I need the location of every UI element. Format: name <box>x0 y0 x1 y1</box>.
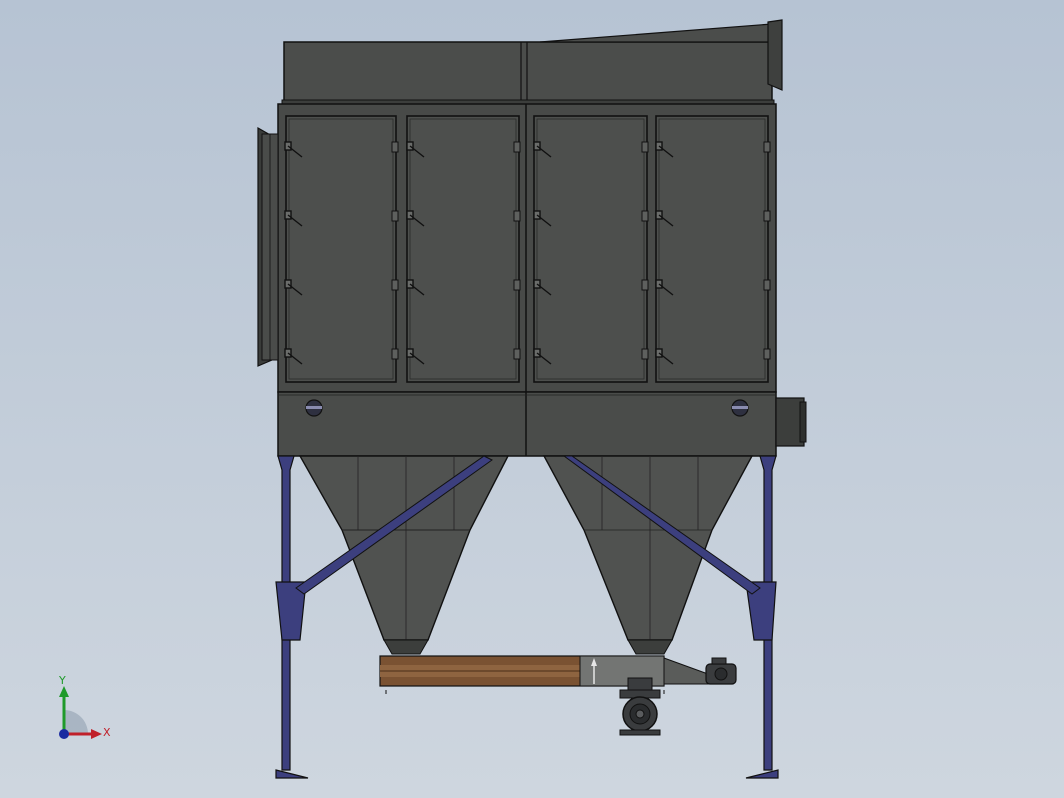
access-door-3[interactable] <box>533 115 648 383</box>
support-leg-left <box>275 455 309 779</box>
triad-quadrant <box>64 710 88 734</box>
x-axis-arrow <box>91 729 102 739</box>
access-door-2[interactable] <box>406 115 520 383</box>
hopper-right <box>542 455 754 655</box>
access-door-1[interactable] <box>285 115 397 383</box>
inlet-duct <box>257 126 279 367</box>
access-door-4[interactable] <box>655 115 769 383</box>
y-axis-label: Y <box>58 674 66 687</box>
hopper-left <box>298 455 510 655</box>
top-plenum <box>281 41 775 106</box>
sight-glass-left <box>305 399 323 417</box>
conveyor-drive-motor <box>705 657 737 685</box>
x-axis-label: X <box>103 726 111 739</box>
side-port <box>775 397 807 447</box>
z-axis-origin <box>59 729 69 739</box>
sight-glass-right <box>731 399 749 417</box>
cad-viewport[interactable]: Y X <box>0 0 1064 798</box>
y-axis-arrow <box>59 686 69 697</box>
dust-collector-model[interactable] <box>0 0 1064 798</box>
lower-plenum <box>277 391 777 457</box>
coordinate-triad: Y X <box>58 674 111 739</box>
screw-conveyor <box>379 655 709 694</box>
support-leg-right <box>745 455 779 779</box>
